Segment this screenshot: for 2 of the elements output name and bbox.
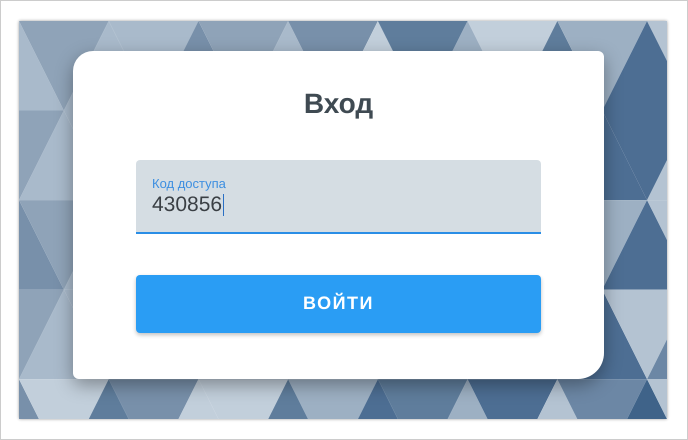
access-code-field[interactable]: Код доступа 430856 (136, 160, 541, 234)
login-title: Вход (304, 89, 374, 120)
